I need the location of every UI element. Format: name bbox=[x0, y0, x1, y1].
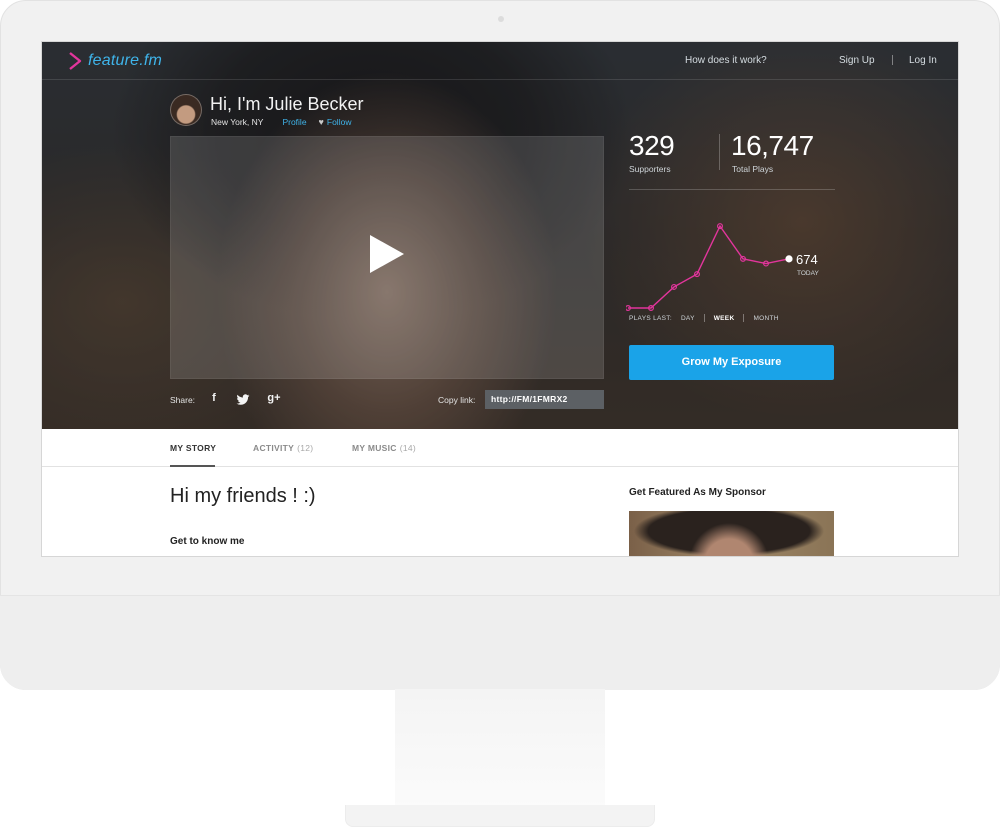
supporters-count: 329 bbox=[629, 130, 675, 161]
screen: feature.fm How does it work? Sign Up Log… bbox=[41, 41, 959, 557]
how-it-works-link[interactable]: How does it work? bbox=[685, 55, 767, 66]
tab-label: MY STORY bbox=[170, 443, 217, 453]
google-plus-icon[interactable]: g+ bbox=[266, 392, 282, 408]
copy-link-field[interactable]: http://FM/1FMRX2 bbox=[485, 390, 604, 409]
monitor-chin bbox=[0, 595, 1000, 690]
avatar[interactable] bbox=[170, 94, 202, 126]
series-line bbox=[628, 224, 790, 309]
share-label: Share: bbox=[170, 395, 196, 405]
play-icon[interactable] bbox=[370, 235, 404, 273]
today-point[interactable] bbox=[785, 255, 793, 263]
logo-play-icon bbox=[69, 52, 82, 70]
stats-divider bbox=[719, 134, 720, 170]
logo-text: feature.fm bbox=[88, 52, 163, 69]
period-divider bbox=[743, 314, 745, 322]
tab-count: (14) bbox=[399, 443, 417, 453]
logo[interactable]: feature.fm bbox=[68, 51, 162, 71]
monitor-stand bbox=[395, 689, 605, 809]
chart-period-tabs: PLAYS LAST: DAY WEEK MONTH bbox=[629, 314, 779, 322]
follow-label: Follow bbox=[326, 117, 352, 127]
profile-tabs: MY STORY ACTIVITY (12) MY MUSIC (14) bbox=[42, 429, 958, 467]
story-title: Hi my friends ! :) bbox=[170, 485, 316, 507]
plays-line-chart: 674 TODAY bbox=[626, 223, 819, 311]
tab-label: MY MUSIC bbox=[352, 443, 397, 453]
share-row: Share: f g+ Copy link: http://FM/1FMRX2 bbox=[170, 390, 604, 411]
grow-my-exposure-button[interactable]: Grow My Exposure bbox=[629, 345, 834, 380]
camera-dot bbox=[498, 16, 504, 22]
tab-my-music[interactable]: MY MUSIC (14) bbox=[352, 443, 416, 453]
profile-name: Hi, I'm Julie Becker bbox=[210, 94, 364, 114]
period-week-tab[interactable]: WEEK bbox=[714, 315, 735, 322]
story-subtitle: Get to know me bbox=[170, 536, 245, 547]
plays-last-label: PLAYS LAST: bbox=[629, 314, 672, 322]
sponsor-title: Get Featured As My Sponsor bbox=[629, 487, 766, 498]
location: New York, NY bbox=[211, 117, 264, 127]
stats-rule bbox=[629, 189, 835, 190]
video-player[interactable] bbox=[170, 136, 604, 379]
today-value: 674 bbox=[796, 252, 818, 267]
active-tab-indicator bbox=[170, 465, 215, 467]
sign-up-link[interactable]: Sign Up bbox=[839, 55, 875, 66]
tab-activity[interactable]: ACTIVITY (12) bbox=[253, 443, 313, 453]
nav-divider bbox=[892, 55, 893, 65]
facebook-icon[interactable]: f bbox=[206, 392, 222, 408]
heart-icon: ♥ bbox=[318, 117, 324, 127]
top-nav: feature.fm How does it work? Sign Up Log… bbox=[42, 42, 958, 80]
sponsor-image[interactable] bbox=[629, 511, 834, 556]
period-month-tab[interactable]: MONTH bbox=[753, 315, 778, 322]
period-divider bbox=[703, 314, 705, 322]
tab-label: ACTIVITY bbox=[253, 443, 295, 453]
total-plays-label: Total Plays bbox=[732, 164, 774, 174]
profile-link[interactable]: Profile bbox=[282, 117, 306, 127]
follow-button[interactable]: ♥ Follow bbox=[319, 117, 352, 127]
period-day-tab[interactable]: DAY bbox=[681, 315, 695, 322]
monitor-stand-base bbox=[345, 805, 655, 827]
log-in-link[interactable]: Log In bbox=[909, 55, 937, 66]
tab-my-story[interactable]: MY STORY bbox=[170, 443, 216, 453]
copy-link-label: Copy link: bbox=[438, 395, 476, 405]
tab-count: (12) bbox=[297, 443, 314, 453]
twitter-icon[interactable] bbox=[236, 394, 250, 406]
total-plays-count: 16,747 bbox=[731, 130, 814, 161]
profile-meta: New York, NY Profile ♥ Follow bbox=[211, 117, 351, 127]
today-label: TODAY bbox=[797, 270, 819, 277]
supporters-label: Supporters bbox=[629, 164, 671, 174]
